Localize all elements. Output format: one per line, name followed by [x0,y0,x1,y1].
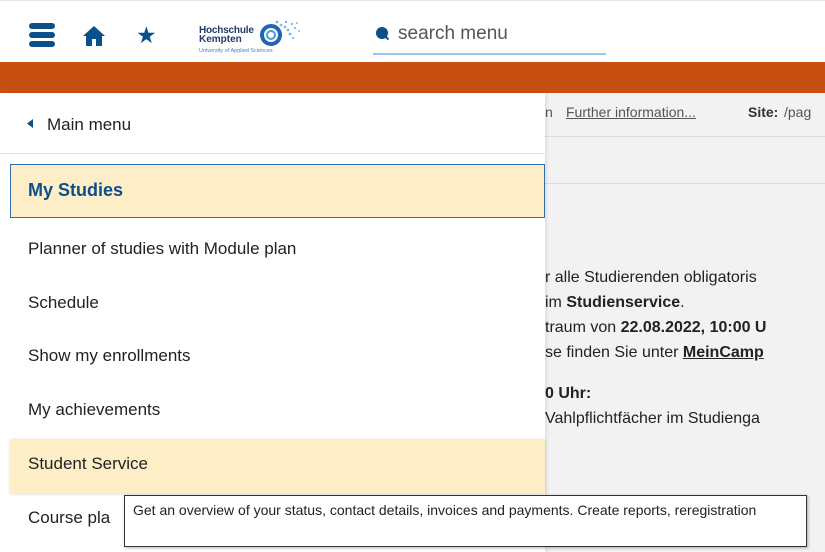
menu-item-label: Student Service [28,454,149,473]
chevron-left-icon [27,119,33,128]
university-logo[interactable]: Hochschule Kempten University of Applied… [199,19,321,63]
search-icon [376,27,389,40]
menu-item-label: Show my enrollments [28,346,191,365]
content-line-3: traum von 22.08.2022, 10:00 U [545,319,767,336]
divider [545,183,825,184]
main-menu-label: Main menu [47,115,132,134]
menu-item-show-my-enrollments[interactable]: Show my enrollments [10,331,545,385]
menu-item-label: My achievements [28,400,161,419]
menu-item-my-studies[interactable]: My Studies [10,164,545,218]
site-label: Site: [748,104,779,120]
favorites-star-icon[interactable]: ★ [136,23,157,47]
content-line-1: r alle Studierenden obligatoris [545,269,757,286]
info-prefix: n [545,104,553,120]
top-bar: ★ Hochschule Kempten University of Appli… [0,0,825,62]
content-line-5: 0 Uhr: [545,385,592,402]
main-menu-back-button[interactable]: Main menu [0,93,545,154]
menu-item-schedule[interactable]: Schedule [10,278,545,332]
accent-bar [0,62,825,93]
navigation-menu: Main menu My Studies Planner of studies … [0,93,545,552]
home-icon[interactable] [82,25,106,47]
menu-item-student-service[interactable]: Student Service [10,439,545,493]
hamburger-menu-icon[interactable] [29,23,55,47]
search-placeholder: search menu [398,23,508,44]
menu-item-label: Schedule [28,293,99,312]
logo-line2: Kempten [199,34,242,45]
menu-item-label: Planner of studies with Module plan [28,239,297,258]
menu-item-my-achievements[interactable]: My achievements [10,385,545,439]
menu-item-label: My Studies [28,180,124,200]
menu-item-label: Course pla [28,508,111,527]
content-line-4: se finden Sie unter MeinCamp [545,344,764,361]
content-line-6: Vahlpflichtfächer im Studienga [545,410,760,427]
meincampus-link[interactable]: MeinCamp [683,344,764,361]
search-field[interactable]: search menu [373,19,606,55]
page-content: n Further information... Site: /pag r al… [545,93,825,552]
student-service-tooltip: Get an overview of your status, contact … [124,495,807,547]
content-line-2: im Studienservice. [545,294,685,311]
further-information-link[interactable]: Further information... [566,104,696,120]
site-value: /pag [784,104,812,120]
menu-item-planner-of-studies[interactable]: Planner of studies with Module plan [10,224,545,278]
logo-spiral-icon [260,20,300,46]
info-bar: n Further information... Site: /pag [545,93,825,137]
